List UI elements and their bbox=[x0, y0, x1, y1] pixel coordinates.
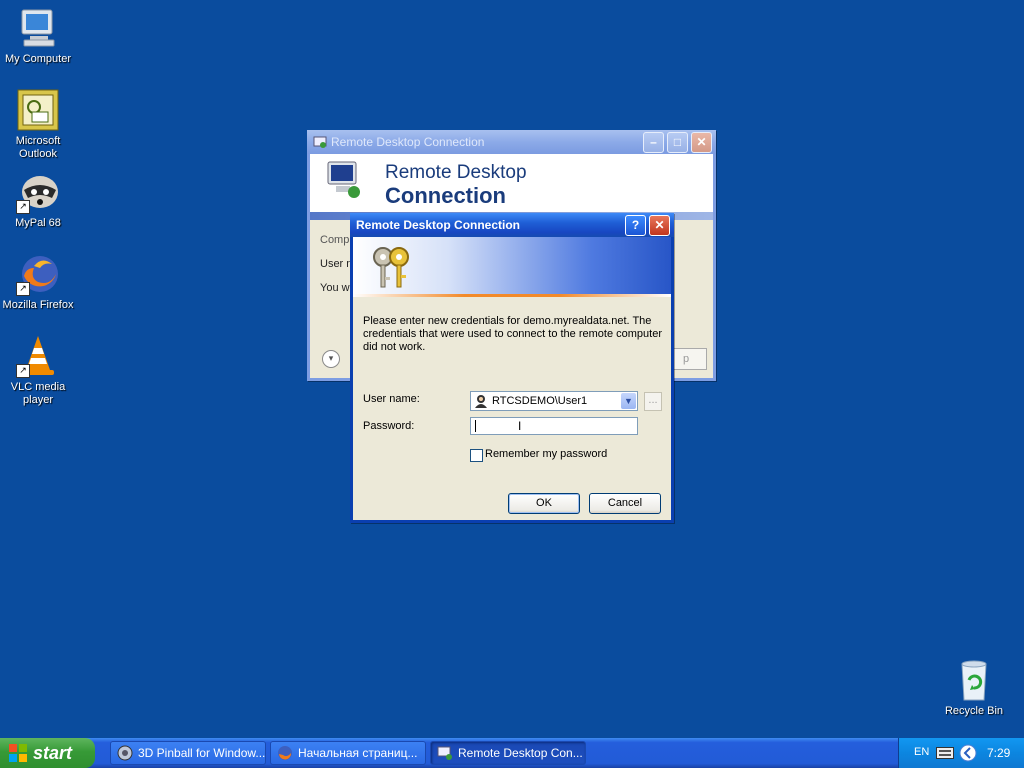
maximize-button[interactable]: □ bbox=[667, 131, 688, 153]
keyboard-icon[interactable] bbox=[936, 747, 954, 759]
desktop-icon-label: MyPal 68 bbox=[15, 217, 61, 229]
my-computer-icon bbox=[16, 6, 60, 50]
remember-password-label[interactable]: Remember my password bbox=[485, 448, 607, 460]
chevron-down-icon[interactable]: ▼ bbox=[621, 393, 636, 409]
remember-password-checkbox[interactable] bbox=[470, 449, 483, 462]
pinball-icon bbox=[117, 745, 133, 761]
ibeam-cursor-icon: I bbox=[518, 419, 522, 433]
shortcut-arrow-icon: ↗ bbox=[16, 364, 30, 378]
clock[interactable]: 7:29 bbox=[987, 746, 1010, 760]
desktop-icon-label: Mozilla Firefox bbox=[2, 299, 74, 311]
user-icon bbox=[475, 395, 487, 408]
credentials-dialog[interactable]: Remote Desktop Connection ? ✕ Please ent… bbox=[350, 213, 674, 523]
taskbar-button-remote-desktop[interactable]: Remote Desktop Con... bbox=[430, 741, 586, 765]
password-input[interactable]: I bbox=[470, 417, 638, 435]
username-combobox[interactable]: RTCSDEMO\User1 ▼ bbox=[470, 391, 638, 411]
dialog-banner bbox=[353, 237, 671, 297]
firefox-icon: ↗ bbox=[16, 252, 60, 296]
title-bar[interactable]: Remote Desktop Connection ? ✕ bbox=[350, 213, 674, 237]
task-label: Начальная страниц... bbox=[298, 746, 418, 760]
rdc-banner: Remote Desktop Connection bbox=[310, 154, 713, 212]
dialog-title: Remote Desktop Connection bbox=[356, 218, 521, 232]
desktop-icon-firefox[interactable]: ↗ Mozilla Firefox bbox=[0, 252, 76, 312]
shortcut-arrow-icon: ↗ bbox=[16, 200, 30, 214]
options-expand-icon[interactable]: ▾ bbox=[322, 350, 340, 368]
username-label: User name: bbox=[363, 393, 420, 405]
text-caret bbox=[475, 420, 476, 432]
start-button[interactable]: start bbox=[0, 738, 95, 768]
desktop-icon-label: VLC media player bbox=[10, 381, 66, 406]
desktop-icon-label: My Computer bbox=[4, 53, 72, 65]
remote-desktop-icon bbox=[313, 136, 327, 148]
task-label: Remote Desktop Con... bbox=[458, 746, 583, 760]
remote-desktop-icon bbox=[437, 746, 452, 760]
help-button[interactable]: ? bbox=[625, 214, 646, 236]
desktop-icon-label: Microsoft Outlook bbox=[15, 135, 61, 160]
vlc-icon: ↗ bbox=[16, 334, 60, 378]
ok-button[interactable]: OK bbox=[508, 493, 580, 514]
dialog-body: Please enter new credentials for demo.my… bbox=[353, 297, 671, 535]
keys-icon bbox=[373, 247, 409, 288]
banner-line-1: Remote Desktop bbox=[385, 162, 527, 183]
close-button[interactable]: ✕ bbox=[649, 214, 670, 236]
minimize-button[interactable]: – bbox=[643, 131, 664, 153]
desktop-icon-label: Recycle Bin bbox=[944, 705, 1004, 717]
title-bar[interactable]: Remote Desktop Connection – □ ✕ bbox=[307, 130, 716, 154]
taskbar: start 3D Pinball for Window... Начальная… bbox=[0, 738, 1024, 768]
firefox-icon bbox=[278, 746, 292, 760]
task-label: 3D Pinball for Window... bbox=[138, 746, 266, 760]
taskbar-button-firefox[interactable]: Начальная страниц... bbox=[270, 741, 426, 765]
username-value: RTCSDEMO\User1 bbox=[492, 395, 588, 407]
shortcut-arrow-icon: ↗ bbox=[16, 282, 30, 296]
chevron-left-icon[interactable] bbox=[959, 744, 977, 762]
close-button[interactable]: ✕ bbox=[691, 131, 712, 153]
desktop-icon-mypal[interactable]: ↗ MyPal 68 bbox=[0, 170, 76, 230]
language-indicator[interactable]: EN bbox=[914, 746, 929, 758]
banner-line-2: Connection bbox=[385, 183, 506, 208]
windows-flag-icon bbox=[9, 744, 27, 762]
system-tray: EN 7:29 bbox=[898, 738, 1024, 768]
window-title: Remote Desktop Connection bbox=[331, 135, 485, 149]
cancel-button[interactable]: Cancel bbox=[589, 493, 661, 514]
outlook-icon bbox=[16, 88, 60, 132]
desktop-icon-vlc[interactable]: ↗ VLC media player bbox=[0, 334, 76, 407]
computer-monitor-icon bbox=[327, 161, 360, 198]
desktop-icon-outlook[interactable]: Microsoft Outlook bbox=[0, 88, 76, 161]
taskbar-button-pinball[interactable]: 3D Pinball for Window... bbox=[110, 741, 266, 765]
password-label: Password: bbox=[363, 420, 415, 432]
mypal-icon: ↗ bbox=[16, 170, 60, 214]
error-message: Please enter new credentials for demo.my… bbox=[363, 315, 662, 353]
desktop-icon-recycle-bin[interactable]: Recycle Bin bbox=[936, 658, 1012, 718]
browse-button[interactable]: ... bbox=[644, 392, 662, 411]
desktop-icon-my-computer[interactable]: My Computer bbox=[0, 6, 76, 66]
recycle-bin-icon bbox=[952, 658, 996, 702]
start-label: start bbox=[33, 742, 73, 763]
